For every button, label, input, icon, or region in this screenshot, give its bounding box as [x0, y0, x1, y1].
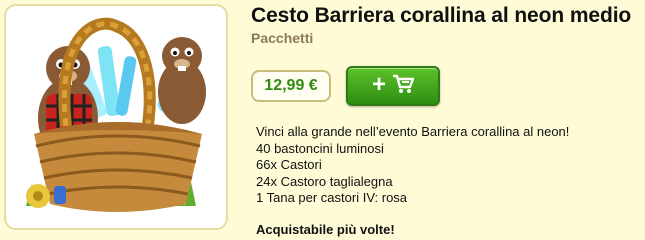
product-category: Pacchetti	[251, 30, 314, 46]
description-line: 24x Castoro taglialegna	[256, 173, 393, 189]
cart-icon	[392, 74, 415, 99]
product-card: Cesto Barriera corallina al neon medio P…	[0, 0, 645, 240]
plus-icon: +	[371, 71, 386, 98]
add-to-cart-button[interactable]: +	[346, 66, 440, 106]
product-description: Vinci alla grande nell’evento Barriera c…	[256, 124, 569, 207]
price-tag: 12,99 €	[251, 70, 331, 102]
product-image	[4, 4, 228, 230]
description-line: 66x Castori	[256, 157, 322, 172]
description-line: Vinci alla grande nell’evento Barriera c…	[256, 124, 570, 139]
beaver-basket-illustration	[26, 17, 206, 212]
product-title: Cesto Barriera corallina al neon medio	[251, 4, 632, 27]
description-line: 1 Tana per castori IV: rosa	[256, 190, 408, 205]
description-line: 40 bastoncini luminosi	[256, 140, 384, 156]
purchasable-note: Acquistabile più volte!	[256, 222, 395, 237]
